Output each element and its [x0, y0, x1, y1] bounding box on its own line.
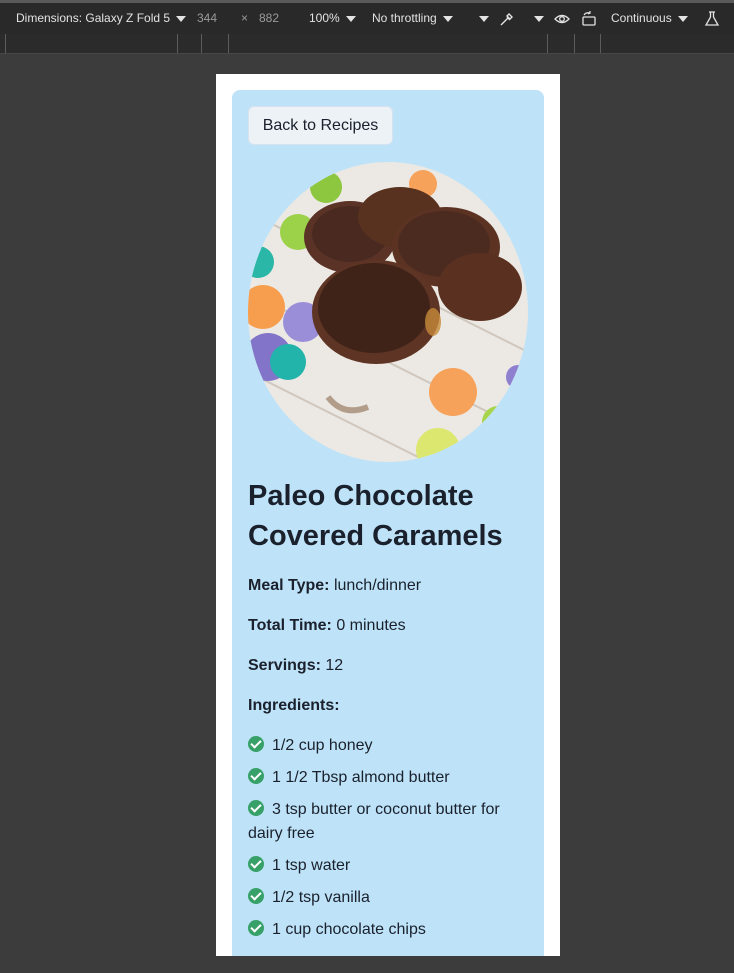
- ruler-tick: [574, 34, 575, 53]
- ingredient-text: 1/2 cup honey: [272, 737, 373, 754]
- list-item: 1 tsp water: [248, 854, 532, 878]
- chevron-down-icon: [176, 15, 187, 22]
- update-mode-dropdown[interactable]: Continuous: [611, 3, 688, 34]
- device-toolbar: Dimensions: Galaxy Z Fold 5 344 × 882 10…: [0, 3, 734, 34]
- ingredient-text: 1 tsp water: [272, 857, 351, 874]
- servings-label: Servings:: [248, 657, 321, 674]
- dimensions-dropdown[interactable]: Dimensions: Galaxy Z Fold 5: [16, 3, 187, 34]
- recipe-card: Back to Recipes Paleo Chocolate Covered …: [232, 90, 544, 956]
- ingredient-text: 1 1/2 Tbsp almond butter: [272, 769, 450, 786]
- meal-type: Meal Type: lunch/dinner: [248, 574, 538, 598]
- viewport-bottom-margin: [0, 956, 734, 973]
- flask-icon[interactable]: [703, 10, 721, 28]
- ingredients-heading: Ingredients:: [248, 694, 538, 718]
- ingredients-label: Ingredients:: [248, 697, 340, 714]
- check-circle-icon: [248, 888, 264, 904]
- ingredients-list: 1/2 cup honey 1 1/2 Tbsp almond butter 3…: [248, 734, 532, 950]
- meal-type-value: lunch/dinner: [333, 577, 422, 594]
- recipe-image: [248, 162, 528, 462]
- ruler-tick: [5, 34, 6, 53]
- height-input[interactable]: 882: [259, 3, 279, 34]
- ingredient-text: 1 cup chocolate chips: [272, 921, 426, 938]
- check-circle-icon: [248, 768, 264, 784]
- eyedropper-icon[interactable]: [498, 10, 516, 28]
- total-time-value: 0 minutes: [336, 617, 406, 634]
- check-circle-icon: [248, 736, 264, 752]
- total-time: Total Time: 0 minutes: [248, 614, 538, 638]
- list-item: 1/2 tsp vanilla: [248, 886, 532, 910]
- list-item: 1 cup chocolate chips: [248, 918, 532, 942]
- back-to-recipes-button[interactable]: Back to Recipes: [248, 106, 393, 145]
- chevron-down-icon: [345, 15, 356, 22]
- throttling-label: No throttling: [372, 11, 437, 25]
- meal-type-label: Meal Type:: [248, 577, 330, 594]
- throttling-dropdown[interactable]: No throttling: [372, 3, 453, 34]
- chevron-down-icon: [677, 15, 688, 22]
- check-circle-icon: [248, 800, 264, 816]
- chevron-down-icon: [479, 15, 489, 22]
- chevron-down-icon: [442, 15, 453, 22]
- total-time-label: Total Time:: [248, 617, 332, 634]
- ruler-tick: [201, 34, 202, 53]
- recipe-title: Paleo Chocolate Covered Caramels: [248, 480, 503, 552]
- ingredient-text: 3 tsp butter or coconut butter for dairy…: [248, 801, 500, 842]
- check-circle-icon: [248, 856, 264, 872]
- width-input[interactable]: 344: [197, 3, 217, 34]
- eyedropper-dropdown[interactable]: [528, 3, 544, 34]
- eye-icon[interactable]: [553, 10, 571, 28]
- ruler-tick: [600, 34, 601, 53]
- times-separator: ×: [241, 11, 249, 25]
- ingredient-text: 1/2 tsp vanilla: [272, 889, 370, 906]
- zoom-dropdown[interactable]: 100%: [309, 3, 356, 34]
- ruler-tick: [228, 34, 229, 53]
- list-item: 1/2 cup honey: [248, 734, 532, 758]
- ruler-tick: [177, 34, 178, 53]
- list-item: 1 1/2 Tbsp almond butter: [248, 766, 532, 790]
- more-options-dropdown[interactable]: [473, 3, 489, 34]
- ruler-tick: [547, 34, 548, 53]
- check-circle-icon: [248, 920, 264, 936]
- emulated-viewport: Back to Recipes Paleo Chocolate Covered …: [216, 74, 560, 956]
- zoom-label: 100%: [309, 11, 340, 25]
- list-item: 3 tsp butter or coconut butter for dairy…: [248, 798, 532, 846]
- media-query-ruler[interactable]: [0, 34, 734, 54]
- servings: Servings: 12: [248, 654, 538, 678]
- update-mode-label: Continuous: [611, 11, 672, 25]
- chevron-down-icon: [534, 15, 544, 22]
- dimensions-label: Dimensions: Galaxy Z Fold 5: [16, 11, 171, 25]
- servings-value: 12: [325, 657, 344, 674]
- rotate-device-icon[interactable]: [580, 10, 598, 28]
